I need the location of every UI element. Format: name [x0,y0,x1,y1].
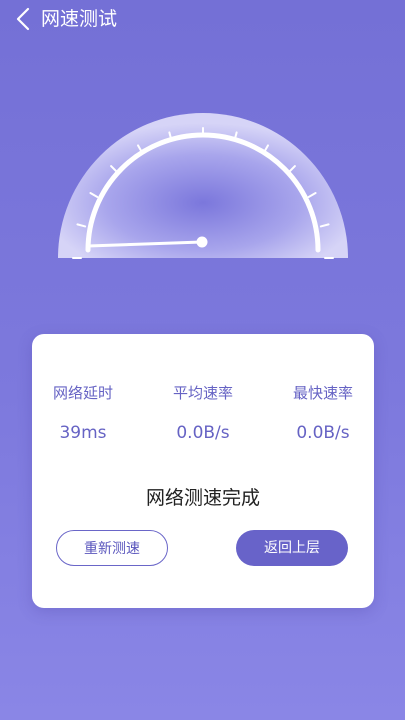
speed-gauge [58,113,348,259]
max-speed-value: 0.0B/s [296,423,350,443]
avg-speed-value: 0.0B/s [176,423,230,443]
max-speed-label: 最快速率 [292,384,353,402]
avg-speed-label: 平均速率 [172,384,233,402]
back-up-button[interactable]: 返回上层 [236,530,348,566]
latency-label: 网络延时 [52,384,113,402]
latency-value: 39ms [59,423,107,443]
gauge-needle-hub [196,236,208,248]
status-text: 网络测速完成 [145,487,260,509]
retest-button[interactable]: 重新测速 [56,530,168,566]
result-card: 网络延时 平均速率 最快速率 39ms 0.0B/s 0.0B/s 网络测速完成… [32,334,374,608]
